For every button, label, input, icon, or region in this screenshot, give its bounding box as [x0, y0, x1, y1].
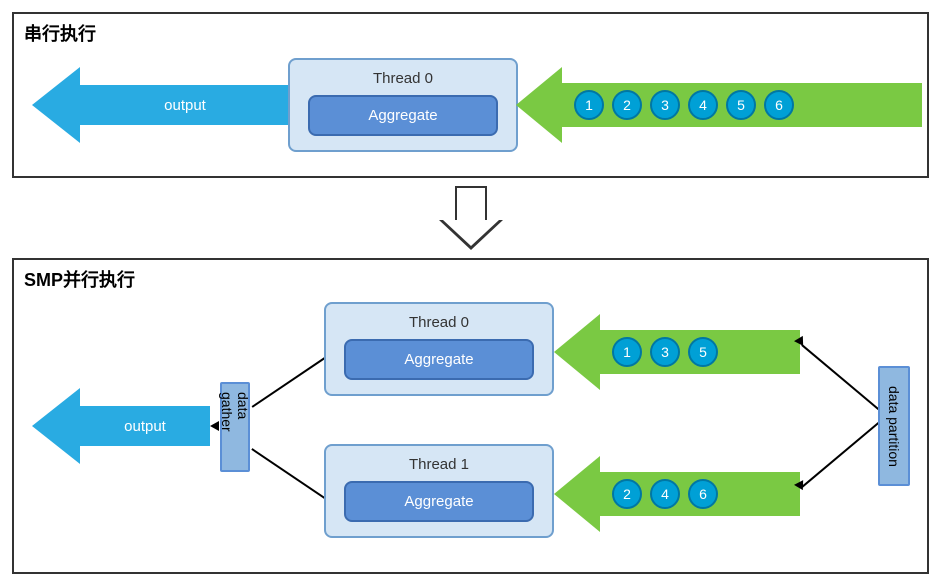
output-arrow: output	[32, 77, 290, 133]
input-arrow-1: 2 4 6	[554, 456, 800, 532]
output-label: output	[80, 85, 290, 125]
data-partition-box: data partition	[878, 366, 910, 486]
data-item: 6	[688, 479, 718, 509]
thread-name: Thread 1	[344, 456, 534, 473]
serial-panel: 串行执行 output Thread 0 Aggregate 1 2 3 4 5…	[12, 12, 929, 178]
data-item: 6	[764, 90, 794, 120]
output-label: output	[80, 406, 210, 446]
output-arrow: output	[32, 398, 210, 454]
thread-box-1: Thread 1 Aggregate	[324, 444, 554, 538]
data-item: 2	[612, 479, 642, 509]
data-item: 4	[688, 90, 718, 120]
thread-box-0: Thread 0 Aggregate	[288, 58, 518, 152]
data-item: 3	[650, 337, 680, 367]
smp-panel: SMP并行执行 output data gather Thread 0 Aggr…	[12, 258, 929, 574]
smp-grid: output data gather Thread 0 Aggregate 1 …	[24, 296, 917, 556]
data-item: 3	[650, 90, 680, 120]
thread-name: Thread 0	[308, 70, 498, 87]
smp-title: SMP并行执行	[24, 266, 917, 292]
data-item: 1	[574, 90, 604, 120]
data-item: 5	[688, 337, 718, 367]
aggregate-box: Aggregate	[344, 481, 534, 522]
data-item: 5	[726, 90, 756, 120]
data-item: 2	[612, 90, 642, 120]
aggregate-box: Aggregate	[344, 339, 534, 380]
serial-title: 串行执行	[24, 20, 917, 46]
aggregate-box: Aggregate	[308, 95, 498, 136]
data-item: 1	[612, 337, 642, 367]
input-arrow-0: 1 3 5	[554, 314, 800, 390]
thread-name: Thread 0	[344, 314, 534, 331]
serial-row: output Thread 0 Aggregate 1 2 3 4 5 6	[24, 50, 917, 160]
data-item: 4	[650, 479, 680, 509]
thread-box-0: Thread 0 Aggregate	[324, 302, 554, 396]
data-gather-box: data gather	[220, 382, 250, 472]
input-arrow: 1 2 3 4 5 6	[516, 67, 922, 143]
transition-arrow	[12, 186, 929, 250]
